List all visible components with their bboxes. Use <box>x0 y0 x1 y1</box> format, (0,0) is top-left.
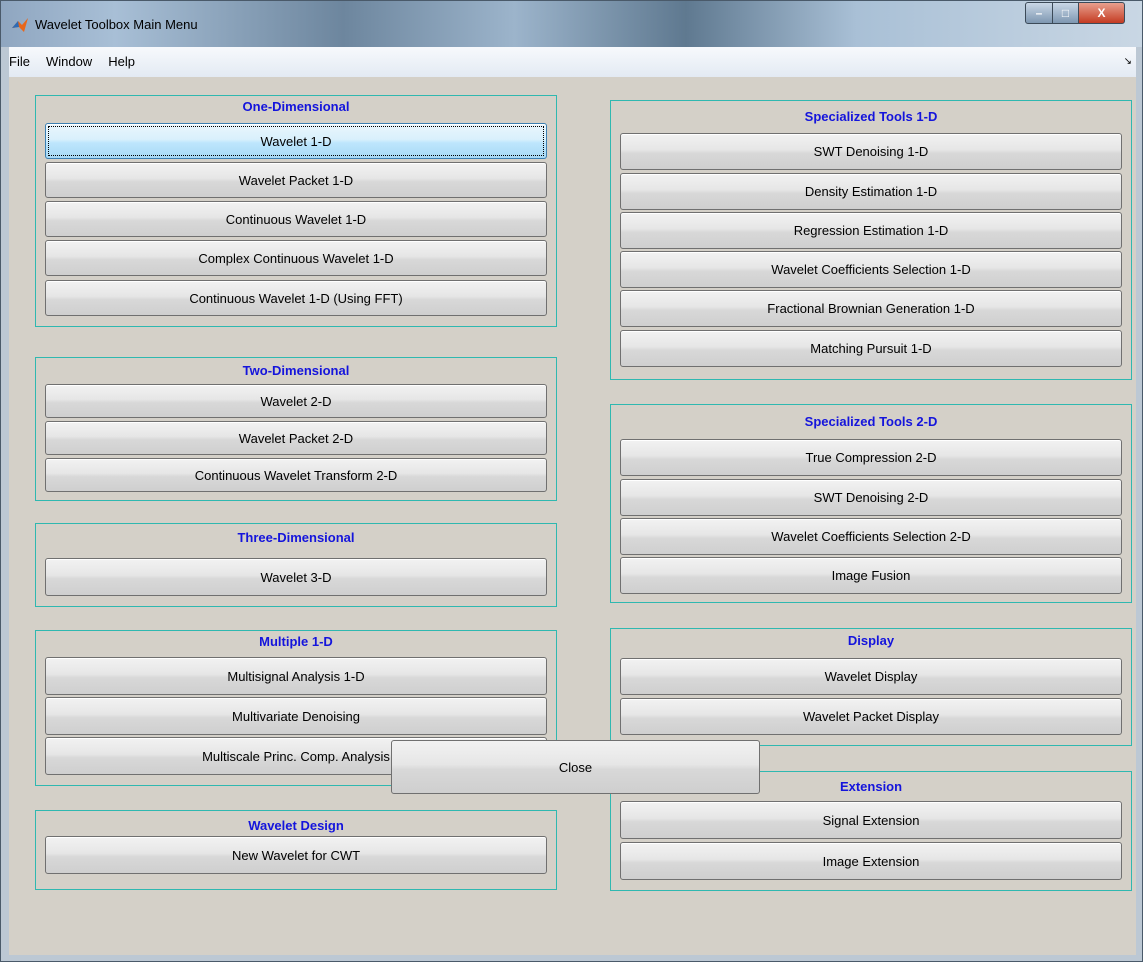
panel-title: Three-Dimensional <box>237 530 355 545</box>
menu-window[interactable]: Window <box>38 47 100 77</box>
close-button[interactable]: Close <box>391 740 760 794</box>
panel-three-dimensional: Three-Dimensional Wavelet 3-D <box>35 523 557 607</box>
wavelet-packet-2d-button[interactable]: Wavelet Packet 2-D <box>45 421 547 455</box>
minimize-icon: – <box>1035 6 1043 20</box>
wavelet-coefficients-selection-1d-button[interactable]: Wavelet Coefficients Selection 1-D <box>620 251 1122 288</box>
density-estimation-1d-button[interactable]: Density Estimation 1-D <box>620 173 1122 210</box>
toolbar-arrow-icon[interactable]: ↘ <box>1124 56 1132 67</box>
client-area: One-Dimensional Wavelet 1-D Wavelet Pack… <box>9 77 1136 955</box>
panel-title: One-Dimensional <box>242 99 350 114</box>
regression-estimation-1d-button[interactable]: Regression Estimation 1-D <box>620 212 1122 249</box>
continuous-wavelet-1d-fft-button[interactable]: Continuous Wavelet 1-D (Using FFT) <box>45 280 547 316</box>
title-bar[interactable]: Wavelet Toolbox Main Menu – □ X <box>1 1 1142 47</box>
panel-title: Specialized Tools 1-D <box>804 109 938 124</box>
close-icon: X <box>1097 6 1106 20</box>
main-window: Wavelet Toolbox Main Menu – □ X File Win… <box>0 0 1143 962</box>
wavelet-2d-button[interactable]: Wavelet 2-D <box>45 384 547 418</box>
maximize-icon: □ <box>1061 6 1070 20</box>
panel-title: Wavelet Design <box>248 818 344 833</box>
image-fusion-button[interactable]: Image Fusion <box>620 557 1122 594</box>
wavelet-packet-1d-button[interactable]: Wavelet Packet 1-D <box>45 162 547 198</box>
menu-file[interactable]: File <box>9 47 38 77</box>
complex-continuous-wavelet-1d-button[interactable]: Complex Continuous Wavelet 1-D <box>45 240 547 276</box>
window-title: Wavelet Toolbox Main Menu <box>35 17 198 32</box>
wavelet-coefficients-selection-2d-button[interactable]: Wavelet Coefficients Selection 2-D <box>620 518 1122 555</box>
swt-denoising-2d-button[interactable]: SWT Denoising 2-D <box>620 479 1122 516</box>
wavelet-1d-button[interactable]: Wavelet 1-D <box>45 123 547 159</box>
panel-display: Display Wavelet Display Wavelet Packet D… <box>610 628 1132 746</box>
minimize-button[interactable]: – <box>1025 2 1053 24</box>
matlab-logo-icon <box>12 18 28 32</box>
panel-specialized-tools-1d: Specialized Tools 1-D SWT Denoising 1-D … <box>610 100 1132 380</box>
multisignal-analysis-1d-button[interactable]: Multisignal Analysis 1-D <box>45 657 547 695</box>
wavelet-packet-display-button[interactable]: Wavelet Packet Display <box>620 698 1122 735</box>
panel-one-dimensional: One-Dimensional Wavelet 1-D Wavelet Pack… <box>35 95 557 327</box>
menu-bar: File Window Help ↘ <box>9 47 1136 77</box>
panel-title: Two-Dimensional <box>242 363 350 378</box>
continuous-wavelet-1d-button[interactable]: Continuous Wavelet 1-D <box>45 201 547 237</box>
panel-title: Specialized Tools 2-D <box>804 414 938 429</box>
continuous-wavelet-transform-2d-button[interactable]: Continuous Wavelet Transform 2-D <box>45 458 547 492</box>
image-extension-button[interactable]: Image Extension <box>620 842 1122 880</box>
panel-title: Multiple 1-D <box>259 634 333 649</box>
true-compression-2d-button[interactable]: True Compression 2-D <box>620 439 1122 476</box>
panel-two-dimensional: Two-Dimensional Wavelet 2-D Wavelet Pack… <box>35 357 557 501</box>
wavelet-display-button[interactable]: Wavelet Display <box>620 658 1122 695</box>
maximize-button[interactable]: □ <box>1052 2 1079 24</box>
wavelet-3d-button[interactable]: Wavelet 3-D <box>45 558 547 596</box>
multivariate-denoising-button[interactable]: Multivariate Denoising <box>45 697 547 735</box>
menu-help[interactable]: Help <box>100 47 143 77</box>
panel-specialized-tools-2d: Specialized Tools 2-D True Compression 2… <box>610 404 1132 603</box>
fractional-brownian-generation-1d-button[interactable]: Fractional Brownian Generation 1-D <box>620 290 1122 327</box>
close-window-button[interactable]: X <box>1078 2 1125 24</box>
swt-denoising-1d-button[interactable]: SWT Denoising 1-D <box>620 133 1122 170</box>
panel-wavelet-design: Wavelet Design New Wavelet for CWT <box>35 810 557 890</box>
signal-extension-button[interactable]: Signal Extension <box>620 801 1122 839</box>
matching-pursuit-1d-button[interactable]: Matching Pursuit 1-D <box>620 330 1122 367</box>
new-wavelet-for-cwt-button[interactable]: New Wavelet for CWT <box>45 836 547 874</box>
panel-title: Display <box>847 633 895 648</box>
